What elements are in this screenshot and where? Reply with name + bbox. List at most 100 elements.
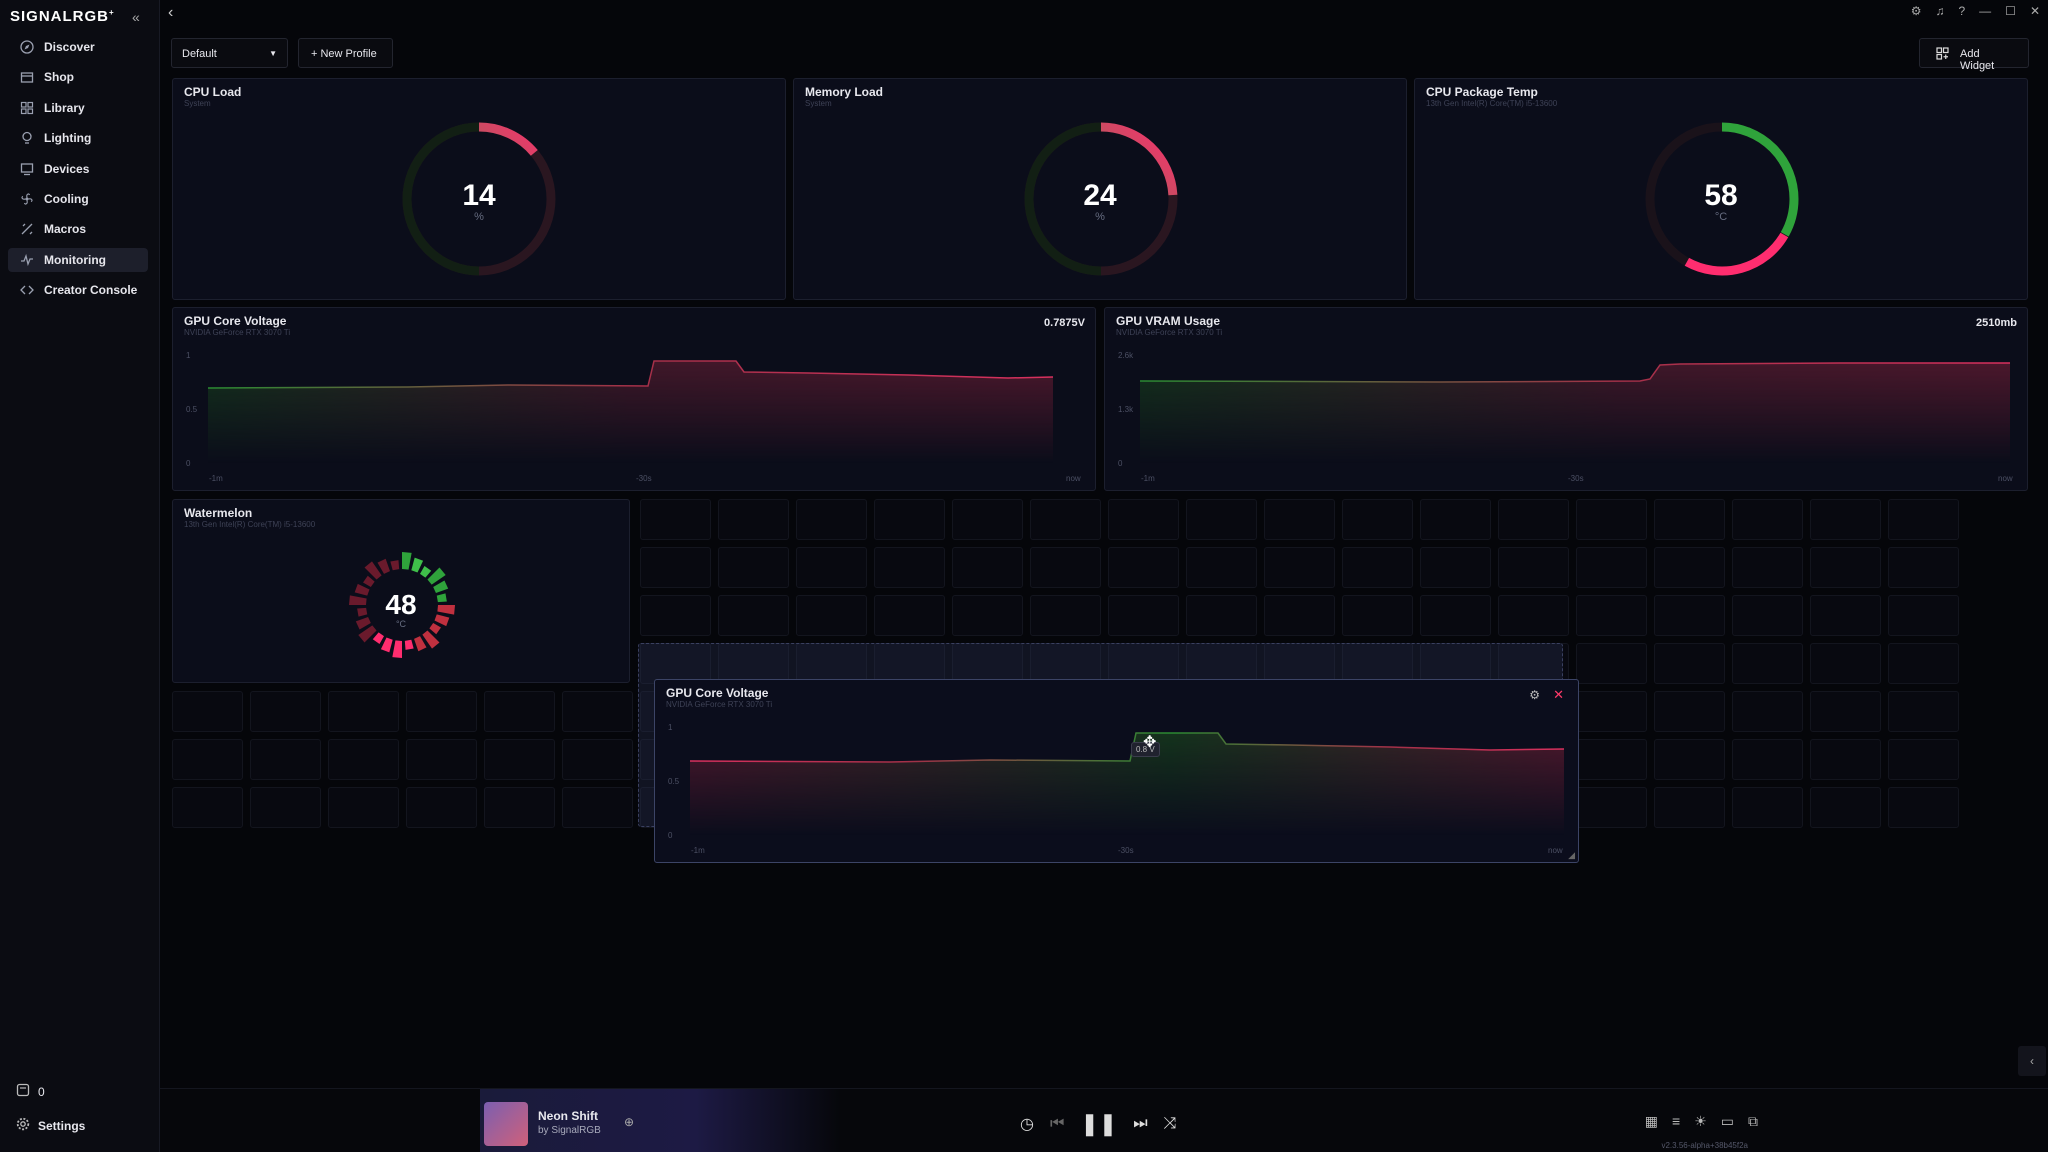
- widget-subtitle: 13th Gen Intel(R) Core(TM) i5-13600: [184, 520, 316, 529]
- widget-subtitle: NVIDIA GeForce RTX 3070 Ti: [184, 328, 291, 337]
- gpu-voltage-widget[interactable]: GPU Core Voltage NVIDIA GeForce RTX 3070…: [172, 307, 1096, 491]
- x-tick: now: [1548, 846, 1563, 855]
- queue-icon[interactable]: ≡: [1672, 1113, 1680, 1130]
- previous-icon[interactable]: ⏮: [1050, 1115, 1064, 1133]
- x-tick: -30s: [636, 474, 652, 483]
- widget-title: CPU Load: [184, 85, 242, 99]
- empty-grid-cell: [1030, 547, 1101, 588]
- track-author: by SignalRGB: [538, 1125, 601, 1136]
- pause-icon[interactable]: ❚❚: [1080, 1111, 1117, 1137]
- gauge-segment: [372, 632, 384, 644]
- empty-grid-cell: [874, 547, 945, 588]
- empty-grid-cell: [1888, 595, 1959, 636]
- empty-grid-cell: [1654, 691, 1725, 732]
- gauge-value: 14: [462, 179, 496, 212]
- gauge-segment: [380, 637, 393, 653]
- dragging-gpu-voltage-widget[interactable]: GPU Core Voltage NVIDIA GeForce RTX 3070…: [654, 679, 1579, 863]
- empty-grid-cell: [562, 691, 633, 732]
- widget-title: Watermelon: [184, 506, 253, 520]
- empty-grid-cell: [172, 739, 243, 780]
- empty-grid-cell: [172, 787, 243, 828]
- expand-panel-icon[interactable]: ‹: [2018, 1046, 2046, 1076]
- empty-grid-cell: [1732, 595, 1803, 636]
- empty-grid-cell: [328, 787, 399, 828]
- empty-grid-cell: [250, 787, 321, 828]
- widget-title: GPU VRAM Usage: [1116, 314, 1221, 328]
- add-circle-icon[interactable]: ⊕: [624, 1115, 634, 1129]
- gauge-segment: [411, 557, 424, 573]
- line-chart: [208, 360, 1054, 463]
- empty-grid-cell: [1030, 499, 1101, 540]
- empty-grid-cell: [1264, 499, 1335, 540]
- x-tick: -30s: [1568, 474, 1584, 483]
- empty-grid-cell: [1576, 547, 1647, 588]
- gauge-segment: [392, 640, 402, 658]
- empty-grid-cell: [484, 787, 555, 828]
- widget-title: CPU Package Temp: [1426, 85, 1538, 99]
- empty-grid-cell: [328, 739, 399, 780]
- gauge-unit: %: [474, 211, 484, 223]
- y-tick: 0: [186, 459, 191, 468]
- widget-value: 2510mb: [1976, 317, 2017, 329]
- empty-grid-cell: [1732, 691, 1803, 732]
- empty-grid-cell: [1576, 499, 1647, 540]
- empty-grid-cell: [484, 691, 555, 732]
- empty-grid-cell: [1498, 499, 1569, 540]
- empty-grid-cell: [250, 691, 321, 732]
- layout-icon[interactable]: ▦: [1645, 1113, 1658, 1130]
- empty-grid-cell: [718, 499, 789, 540]
- empty-grid-cell: [640, 595, 711, 636]
- shuffle-icon[interactable]: ⤨: [1164, 1115, 1177, 1133]
- gauge-segment: [363, 575, 375, 587]
- widget-title: GPU Core Voltage: [666, 686, 769, 700]
- empty-grid-cell: [1576, 643, 1647, 684]
- empty-grid-cell: [1186, 499, 1257, 540]
- gauge-segment: [414, 636, 427, 652]
- brightness-icon[interactable]: ☀: [1694, 1113, 1707, 1130]
- timer-icon[interactable]: ◷: [1020, 1114, 1034, 1134]
- x-tick: -1m: [1141, 474, 1155, 483]
- empty-grid-cell: [1264, 547, 1335, 588]
- widget-settings-icon[interactable]: ⚙: [1529, 688, 1540, 702]
- empty-grid-cell: [1654, 643, 1725, 684]
- empty-grid-cell: [796, 499, 867, 540]
- memory-load-widget[interactable]: Memory Load System 24 %: [793, 78, 1407, 300]
- track-artwork[interactable]: [484, 1102, 528, 1146]
- empty-grid-cell: [328, 691, 399, 732]
- gpu-vram-widget[interactable]: GPU VRAM Usage NVIDIA GeForce RTX 3070 T…: [1104, 307, 2028, 491]
- gauge-unit: °C: [395, 619, 407, 629]
- empty-grid-cell: [1732, 499, 1803, 540]
- empty-grid-cell: [796, 595, 867, 636]
- version-label: v2.3.56-alpha+38b45f2a: [1661, 1141, 1748, 1150]
- empty-grid-cell: [1732, 739, 1803, 780]
- y-tick: 2.6k: [1118, 351, 1134, 360]
- screen-icon[interactable]: ▭: [1721, 1113, 1734, 1130]
- y-tick: 0.5: [186, 405, 198, 414]
- empty-grid-cell: [1108, 595, 1179, 636]
- widget-title: GPU Core Voltage: [184, 314, 287, 328]
- cpu-temp-widget[interactable]: CPU Package Temp 13th Gen Intel(R) Core(…: [1414, 78, 2028, 300]
- empty-grid-cell: [1654, 595, 1725, 636]
- empty-grid-cell: [1810, 691, 1881, 732]
- multi-window-icon[interactable]: ⧉: [1748, 1113, 1758, 1130]
- resize-handle-icon[interactable]: ◢: [1568, 850, 1575, 861]
- empty-grid-cell: [1888, 547, 1959, 588]
- widget-close-icon[interactable]: ✕: [1553, 687, 1564, 703]
- widget-title: Memory Load: [805, 85, 884, 99]
- watermelon-widget[interactable]: Watermelon 13th Gen Intel(R) Core(TM) i5…: [172, 499, 630, 683]
- track-name[interactable]: Neon Shift: [538, 1109, 598, 1123]
- empty-grid-cell: [1810, 643, 1881, 684]
- empty-grid-cell: [1654, 739, 1725, 780]
- empty-grid-cell: [1576, 739, 1647, 780]
- empty-grid-cell: [562, 787, 633, 828]
- next-icon[interactable]: ⏭: [1133, 1115, 1147, 1133]
- empty-grid-cell: [1810, 499, 1881, 540]
- gauge-unit: %: [1095, 211, 1105, 223]
- empty-grid-cell: [172, 691, 243, 732]
- empty-grid-cell: [1888, 787, 1959, 828]
- x-tick: -30s: [1118, 846, 1134, 855]
- player-bar: Neon Shift by SignalRGB ⊕ ◷ ⏮ ❚❚ ⏭ ⤨ ▦ ≡…: [160, 1088, 2048, 1152]
- move-cursor-icon: ✥: [1143, 734, 1157, 751]
- empty-grid-cell: [1810, 547, 1881, 588]
- cpu-load-widget[interactable]: CPU Load System 14 %: [172, 78, 786, 300]
